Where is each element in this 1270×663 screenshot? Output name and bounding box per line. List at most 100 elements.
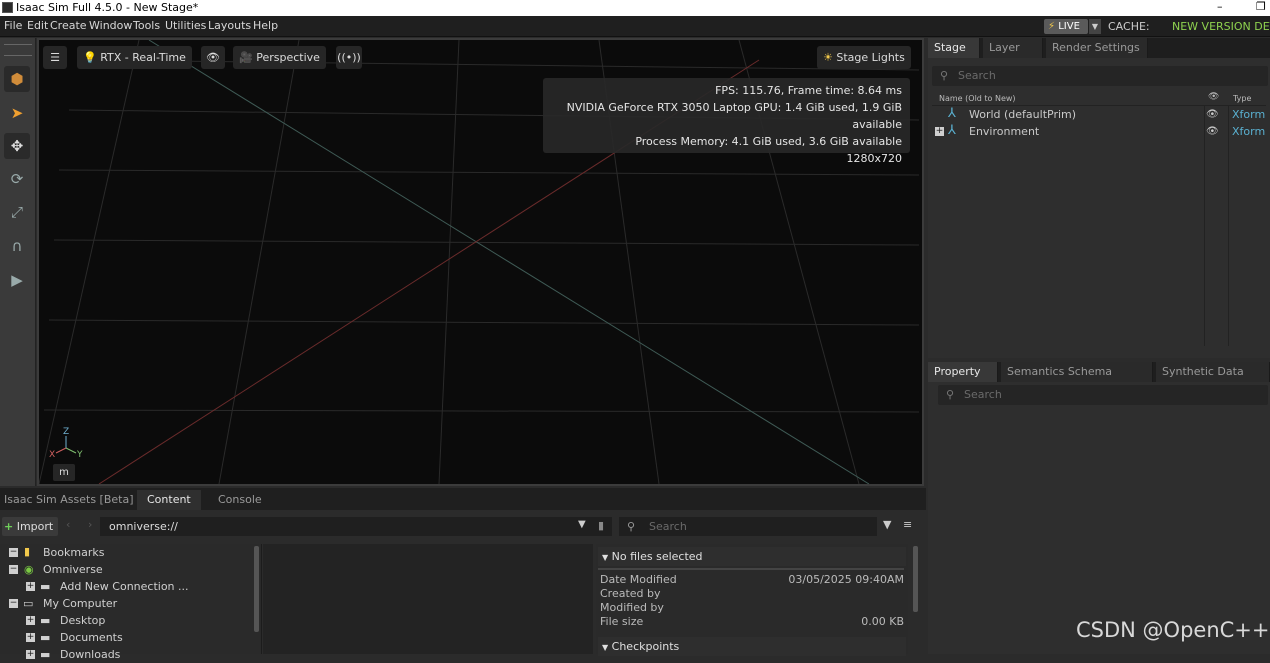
import-button[interactable]: + Import [2,517,58,536]
details-header[interactable]: ▼ No files selected [598,547,906,566]
caret-down-icon: ▼ [602,553,609,562]
chevron-down-icon: ▼ [1091,22,1099,31]
stage-tabs: Stage Layer Render Settings [928,38,1270,58]
file-size-value: 0.00 KB [861,615,904,628]
menu-file[interactable]: File [4,19,22,32]
file-list-area[interactable] [263,544,593,654]
new-version-notice[interactable]: NEW VERSION DETE [1172,20,1270,33]
content-search-input[interactable]: ⚲ Search [619,517,877,536]
plus-icon: + [4,520,14,533]
col-type-header[interactable]: Type [1233,94,1251,103]
tab-console[interactable]: Console [214,490,266,510]
unit-button[interactable]: m [53,464,75,481]
tab-content[interactable]: Content [137,490,201,510]
search-icon: ⚲ [940,69,949,82]
stage-row-world[interactable]: ⅄ World (defaultPrim) 👁 Xform [928,106,1270,123]
minimize-button[interactable]: – [1217,0,1223,13]
tab-layer[interactable]: Layer [983,38,1043,58]
path-input[interactable]: omniverse:// [100,517,612,536]
lightbulb-icon: 💡 [83,51,97,64]
created-by-row: Created by [600,587,904,601]
play-icon[interactable]: ▶ [4,267,30,293]
expand-icon[interactable]: + [26,582,35,591]
forward-arrow-icon[interactable]: › [88,518,92,531]
tree-item-documents[interactable]: + ▬ Documents [0,629,262,646]
collapse-icon[interactable]: − [9,548,18,557]
path-dropdown-icon[interactable]: ▼ [578,519,586,530]
expand-icon[interactable]: + [26,633,35,642]
stage-search-input[interactable]: ⚲ Search [932,66,1268,86]
select-arrow-icon[interactable]: ➤ [4,100,30,126]
column-divider [1204,106,1205,346]
expand-icon[interactable]: + [26,616,35,625]
tree-label: Omniverse [43,563,103,576]
expand-icon[interactable]: + [935,127,944,136]
camera-selector[interactable]: 🎥 Perspective [233,46,326,69]
menu-edit[interactable]: Edit [27,19,48,32]
viewport[interactable]: ☰ 💡 RTX - Real-Time 👁 🎥 Perspective ((•)… [37,38,924,486]
xform-icon: ⅄ [948,123,956,138]
stats-overlay: FPS: 115.76, Frame time: 8.64 ms NVIDIA … [543,78,910,165]
tree-label: Add New Connection ... [60,580,189,593]
broadcast-button[interactable]: ((•)) [336,46,362,69]
menu-icon[interactable]: ≡ [903,518,912,531]
menu-tools[interactable]: Tools [133,19,160,32]
tab-render-settings[interactable]: Render Settings [1046,38,1148,58]
stage-column-header: Name (Old to New) 👁 Type [932,92,1266,106]
checkpoints-label: Checkpoints [611,640,680,653]
select-mode-icon[interactable]: ⬢ [4,66,30,92]
rotate-icon[interactable]: ⟳ [4,166,30,192]
caret-down-icon: ▼ [602,643,609,652]
move-icon[interactable]: ✥ [4,133,30,159]
tab-synthetic-data-recorder[interactable]: Synthetic Data Recor [1156,362,1270,398]
folder-tree: − ▮ Bookmarks − ◉ Omniverse + ▬ Add New … [0,544,262,661]
bookmark-icon[interactable]: ▮ [598,519,604,532]
left-toolbar: ⬢ ➤ ✥ ⟳ ⤢ ∩ ▶ [0,38,36,486]
property-search-input[interactable]: ⚲ Search [938,385,1268,405]
viewport-settings-button[interactable]: ☰ [43,46,67,69]
scale-icon[interactable]: ⤢ [4,199,30,225]
tab-stage[interactable]: Stage [928,38,980,58]
omniverse-icon: ◉ [24,563,34,576]
collapse-icon[interactable]: − [9,599,18,608]
tree-item-bookmarks[interactable]: − ▮ Bookmarks [0,544,262,561]
tree-label: My Computer [43,597,118,610]
tab-property[interactable]: Property [928,362,998,382]
content-browser-panel: Isaac Sim Assets [Beta] Content Console … [0,488,926,661]
menu-utilities[interactable]: Utilities [165,19,206,32]
collapse-icon[interactable]: − [9,565,18,574]
restore-button[interactable]: ❐ [1256,0,1266,13]
eye-icon[interactable]: 👁 [1206,106,1219,123]
eye-icon[interactable]: 👁 [1206,123,1219,140]
tree-item-my-computer[interactable]: − ▭ My Computer [0,595,262,612]
tree-item-omniverse[interactable]: − ◉ Omniverse [0,561,262,578]
back-arrow-icon[interactable]: ‹ [66,518,70,531]
menu-window[interactable]: Window [89,19,132,32]
visibility-col-icon: 👁 [1208,92,1220,102]
details-scrollbar[interactable] [913,546,918,612]
menu-layouts[interactable]: Layouts [208,19,251,32]
filter-icon[interactable]: ▼ [883,518,891,531]
checkpoints-header[interactable]: ▼ Checkpoints [598,637,906,656]
menu-help[interactable]: Help [253,19,278,32]
window-title: Isaac Sim Full 4.5.0 - New Stage* [16,1,199,14]
camera-label: Perspective [256,51,320,64]
tree-item-downloads[interactable]: + ▬ Downloads [0,646,262,663]
tree-item-desktop[interactable]: + ▬ Desktop [0,612,262,629]
live-dropdown-button[interactable]: ▼ [1089,19,1101,34]
renderer-selector[interactable]: 💡 RTX - Real-Time [77,46,192,69]
live-button[interactable]: ⚡ LIVE [1044,19,1088,34]
col-name-header[interactable]: Name (Old to New) [939,94,1016,103]
expand-icon[interactable]: + [26,650,35,659]
toolbar-grip[interactable] [4,44,32,56]
tab-semantics-schema-editor[interactable]: Semantics Schema Editor [1001,362,1153,398]
fps-text: FPS: 115.76, Frame time: 8.64 ms [715,84,902,97]
stage-lights-button[interactable]: ☀ Stage Lights [817,46,911,69]
tree-item-add-connection[interactable]: + ▬ Add New Connection ... [0,578,262,595]
stage-row-environment[interactable]: + ⅄ Environment 👁 Xform [928,123,1270,140]
tab-isaac-sim-assets[interactable]: Isaac Sim Assets [Beta] [0,490,138,510]
snap-magnet-icon[interactable]: ∩ [4,233,30,259]
tree-scrollbar[interactable] [254,546,259,632]
visibility-button[interactable]: 👁 [201,46,225,69]
menu-create[interactable]: Create [50,19,87,32]
